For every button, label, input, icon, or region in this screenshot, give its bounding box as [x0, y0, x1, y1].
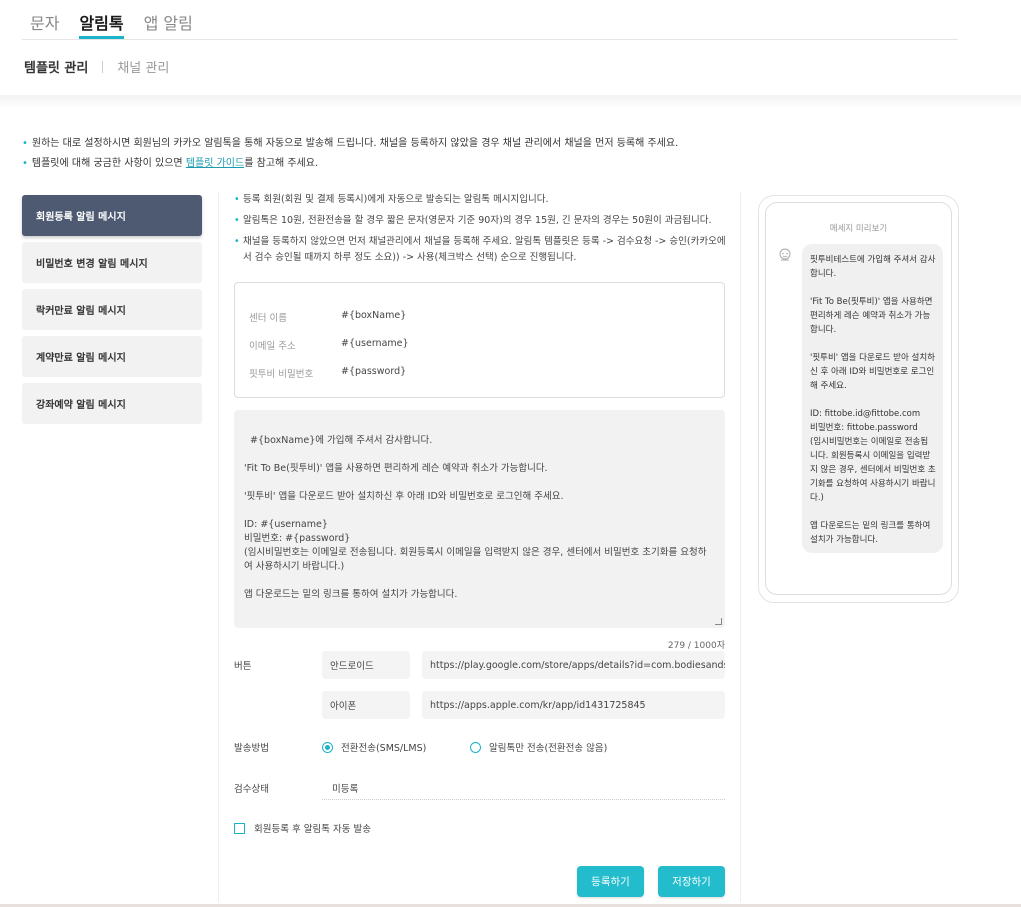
tab-divider	[22, 39, 958, 40]
sidebar-item-password-change[interactable]: 비밀번호 변경 알림 메시지	[22, 242, 202, 283]
variable-row: 센터 이름 #{boxName}	[249, 310, 406, 324]
variable-value: #{boxName}	[341, 310, 407, 321]
sub-tabs: 템플릿 관리 채널 관리	[24, 57, 169, 76]
review-status-value: 미등록	[322, 776, 725, 800]
divider-right	[740, 192, 741, 902]
notice-text-2a: 템플릿에 대해 궁금한 사항이 있으면	[31, 158, 186, 169]
auto-send-option[interactable]: 회원등록 후 알림톡 자동 발송	[234, 821, 371, 835]
variable-value: #{password}	[341, 366, 407, 377]
send-method-label: 발송방법	[234, 743, 269, 754]
radio-label: 전환전송(SMS/LMS)	[341, 743, 427, 754]
info-bullet: 등록 회원(회원 및 결제 등록시)에게 자동으로 발송되는 알림톡 메시지입니…	[234, 192, 726, 208]
divider-left	[218, 192, 219, 902]
top-header: 문자 알림톡 앱 알림 템플릿 관리 채널 관리	[0, 0, 1021, 98]
register-button[interactable]: 등록하기	[577, 866, 644, 897]
resize-handle-icon[interactable]	[715, 618, 722, 625]
template-guide-link[interactable]: 템플릿 가이드	[186, 158, 244, 169]
header-shadow	[0, 95, 1021, 109]
notice-text-2b: 를 참고해 주세요.	[244, 158, 319, 169]
variable-row: 이메일 주소 #{username}	[249, 338, 409, 352]
main-tabs: 문자 알림톡 앱 알림	[30, 0, 213, 40]
radio-conversion-send[interactable]: 전환전송(SMS/LMS)	[322, 740, 426, 754]
notice-line-1: • 원하는 대로 설정하시면 회원님의 카카오 알림톡을 통해 자동으로 발송해 …	[22, 134, 678, 149]
variable-label: 핏투비 비밀번호	[249, 369, 314, 380]
notice-text-1: 원하는 대로 설정하시면 회원님의 카카오 알림톡을 통해 자동으로 발송해 드…	[31, 138, 679, 149]
buttons-label: 버튼	[234, 661, 252, 672]
tab-app-notification[interactable]: 앱 알림	[144, 0, 193, 39]
android-url-input[interactable]: https://play.google.com/store/apps/detai…	[422, 651, 725, 679]
variable-label: 센터 이름	[249, 313, 287, 324]
subtab-channel-management[interactable]: 채널 관리	[117, 57, 169, 76]
preview-message-bubble: 핏투비테스트에 가입해 주셔서 감사합니다. 'Fit To Be(핏투비)' …	[802, 244, 943, 553]
radio-selected-icon[interactable]	[322, 741, 333, 753]
tab-alimtalk[interactable]: 알림톡	[79, 0, 124, 39]
radio-label: 알림톡만 전송(전환전송 않음)	[489, 743, 608, 754]
radio-unselected-icon[interactable]	[470, 741, 481, 753]
bullet-dot: •	[22, 138, 28, 149]
radio-alimtalk-only[interactable]: 알림톡만 전송(전환전송 않음)	[470, 740, 607, 754]
auto-send-label: 회원등록 후 알림톡 자동 발송	[254, 824, 371, 835]
tab-sms[interactable]: 문자	[30, 0, 59, 39]
variable-label: 이메일 주소	[249, 341, 296, 352]
chatbot-icon	[779, 248, 791, 261]
info-bullet: 채널을 등록하지 않았으면 먼저 채널관리에서 채널을 등록해 주세요. 알림톡…	[234, 234, 726, 266]
variable-value: #{username}	[341, 338, 409, 349]
template-sidebar: 회원등록 알림 메시지 비밀번호 변경 알림 메시지 락커만료 알림 메시지 계…	[22, 195, 202, 430]
preview-title: 메세지 미리보기	[829, 224, 888, 234]
save-button[interactable]: 저장하기	[658, 866, 725, 897]
character-counter: 279 / 1000자	[667, 641, 725, 651]
subtab-template-management[interactable]: 템플릿 관리	[24, 57, 88, 76]
variables-box: 센터 이름 #{boxName} 이메일 주소 #{username} 핏투비 …	[234, 282, 725, 398]
variable-row: 핏투비 비밀번호 #{password}	[249, 366, 406, 380]
sidebar-item-member-registration[interactable]: 회원등록 알림 메시지	[22, 195, 202, 236]
message-textarea[interactable]: #{boxName}에 가입해 주셔서 감사합니다. 'Fit To Be(핏투…	[234, 410, 725, 628]
ios-button-name-input[interactable]: 아이폰	[322, 691, 410, 719]
android-button-name-input[interactable]: 안드로이드	[322, 651, 410, 679]
sidebar-item-contract-expiry[interactable]: 계약만료 알림 메시지	[22, 336, 202, 377]
sidebar-item-class-reservation[interactable]: 강좌예약 알림 메시지	[22, 383, 202, 424]
ios-url-input[interactable]: https://apps.apple.com/kr/app/id14317258…	[422, 691, 725, 719]
sidebar-item-locker-expiry[interactable]: 락커만료 알림 메시지	[22, 289, 202, 330]
review-status-label: 검수상태	[234, 784, 269, 795]
notice-line-2: • 템플릿에 대해 궁금한 사항이 있으면 템플릿 가이드를 참고해 주세요.	[22, 154, 318, 169]
message-text: #{boxName}에 가입해 주셔서 감사합니다. 'Fit To Be(핏투…	[244, 435, 707, 600]
auto-send-checkbox[interactable]	[234, 822, 245, 834]
bullet-dot: •	[22, 158, 28, 169]
info-bullet: 알림톡은 10원, 전환전송을 할 경우 짧은 문자(영문자 기준 90자)의 …	[234, 213, 726, 229]
template-info: 등록 회원(회원 및 결제 등록시)에게 자동으로 발송되는 알림톡 메시지입니…	[234, 192, 726, 271]
subtab-separator	[102, 60, 104, 73]
